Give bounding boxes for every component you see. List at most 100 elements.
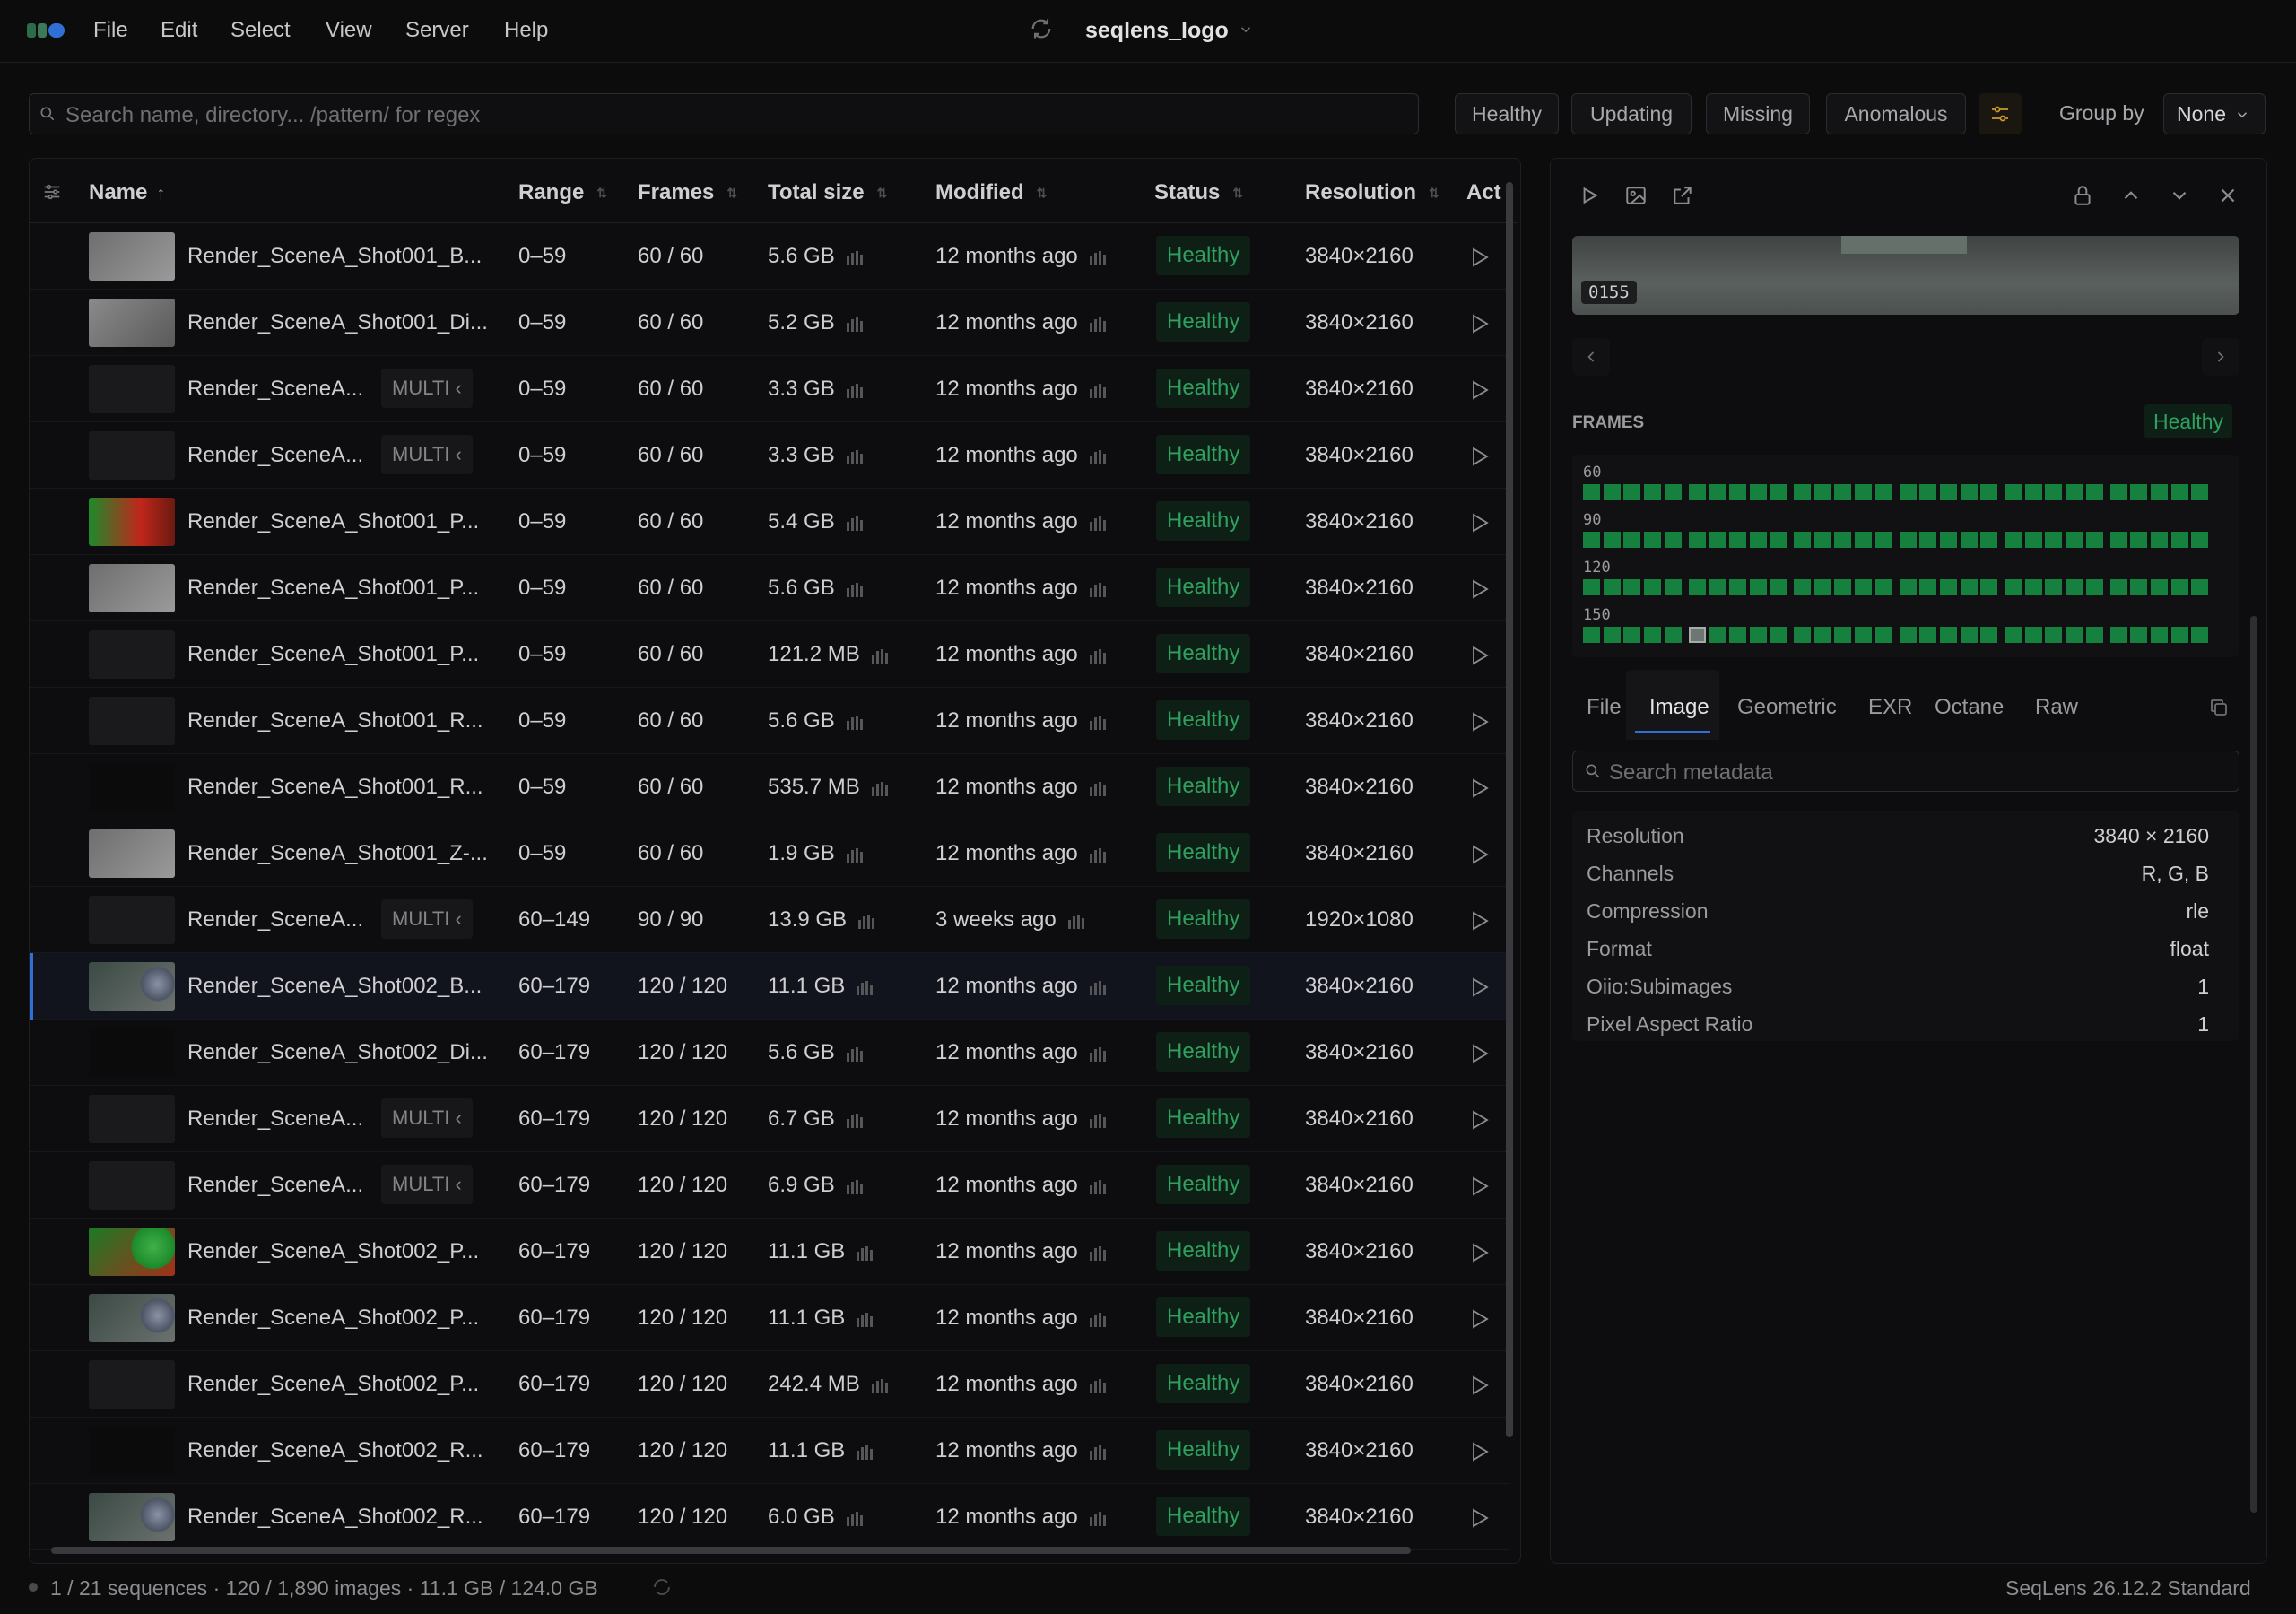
frame-cell[interactable] bbox=[1749, 579, 1767, 595]
menu-edit[interactable]: Edit bbox=[161, 18, 197, 43]
frame-cell[interactable] bbox=[2005, 579, 2022, 595]
column-total-size[interactable]: Total size ⇅ bbox=[768, 180, 887, 205]
sequence-thumbnail[interactable] bbox=[89, 1228, 175, 1276]
frame-cell[interactable] bbox=[1749, 627, 1767, 643]
frame-cell[interactable] bbox=[1939, 532, 1957, 548]
frame-cell[interactable] bbox=[1664, 579, 1682, 595]
frame-cell[interactable] bbox=[2130, 627, 2148, 643]
column-resolution[interactable]: Resolution ⇅ bbox=[1305, 180, 1439, 205]
tab-geometric[interactable]: Geometric bbox=[1737, 695, 1837, 720]
frame-cell[interactable] bbox=[1960, 484, 1978, 500]
multi-badge[interactable]: MULTI ‹ bbox=[381, 1165, 473, 1204]
frame-cell[interactable] bbox=[1728, 484, 1746, 500]
frame-cell[interactable] bbox=[1855, 532, 1873, 548]
frame-cell[interactable] bbox=[1688, 532, 1706, 548]
play-icon[interactable] bbox=[1470, 1176, 1490, 1197]
frame-cell[interactable] bbox=[1813, 627, 1831, 643]
filter-missing[interactable]: Missing bbox=[1706, 93, 1810, 134]
frame-cell[interactable] bbox=[1583, 579, 1600, 595]
frame-cell[interactable] bbox=[2066, 484, 2083, 500]
play-icon[interactable] bbox=[1470, 910, 1490, 932]
frame-cell[interactable] bbox=[2085, 532, 2103, 548]
frame-cell[interactable] bbox=[2150, 579, 2168, 595]
filter-healthy[interactable]: Healthy bbox=[1455, 93, 1559, 134]
frame-cell[interactable] bbox=[1855, 627, 1873, 643]
vertical-scrollbar[interactable] bbox=[1506, 182, 1513, 1527]
frame-cell[interactable] bbox=[1939, 627, 1957, 643]
frame-cell[interactable] bbox=[1583, 484, 1600, 500]
table-row[interactable]: Render_SceneA_Shot002_P... 60–179 120 / … bbox=[30, 1351, 1509, 1418]
play-icon[interactable] bbox=[1470, 446, 1490, 467]
sync-icon[interactable] bbox=[1029, 16, 1054, 41]
frame-cell[interactable] bbox=[2045, 627, 2063, 643]
frame-cell[interactable] bbox=[1623, 627, 1641, 643]
frame-cell[interactable] bbox=[2150, 532, 2168, 548]
menu-file[interactable]: File bbox=[93, 18, 128, 43]
frame-cell[interactable] bbox=[2005, 532, 2022, 548]
sequence-thumbnail[interactable] bbox=[89, 1095, 175, 1143]
table-row[interactable]: Render_SceneA_Shot001_P... 0–59 60 / 60 … bbox=[30, 555, 1509, 621]
play-icon[interactable] bbox=[1470, 578, 1490, 600]
play-icon[interactable] bbox=[1470, 1242, 1490, 1263]
chevron-down-icon[interactable] bbox=[1238, 22, 1254, 38]
frame-cell[interactable] bbox=[1980, 579, 1998, 595]
open-external-icon[interactable] bbox=[1671, 184, 1694, 207]
play-icon[interactable] bbox=[1470, 379, 1490, 401]
frame-cell[interactable] bbox=[1980, 627, 1998, 643]
play-icon[interactable] bbox=[1470, 976, 1490, 998]
sequence-thumbnail[interactable] bbox=[89, 498, 175, 546]
frame-cell[interactable] bbox=[1899, 579, 1917, 595]
table-row[interactable]: Render_SceneA_Shot002_B... 60–179 120 / … bbox=[30, 953, 1509, 1020]
sequence-thumbnail[interactable] bbox=[89, 1161, 175, 1210]
frame-cell[interactable] bbox=[1664, 532, 1682, 548]
play-icon[interactable] bbox=[1470, 313, 1490, 334]
sequence-thumbnail[interactable] bbox=[89, 365, 175, 413]
frame-cell[interactable] bbox=[2150, 484, 2168, 500]
filter-updating[interactable]: Updating bbox=[1571, 93, 1692, 134]
tab-file[interactable]: File bbox=[1587, 695, 1622, 720]
sequence-thumbnail[interactable] bbox=[89, 1427, 175, 1475]
frame-cell-current[interactable] bbox=[1688, 627, 1706, 643]
table-row[interactable]: Render_SceneA_Shot001_P... 0–59 60 / 60 … bbox=[30, 489, 1509, 555]
multi-badge[interactable]: MULTI ‹ bbox=[381, 369, 473, 408]
frame-cell[interactable] bbox=[1980, 532, 1998, 548]
sequence-thumbnail[interactable] bbox=[89, 962, 175, 1011]
play-icon[interactable] bbox=[1470, 512, 1490, 534]
frame-cell[interactable] bbox=[2024, 579, 2042, 595]
frame-cell[interactable] bbox=[1980, 484, 1998, 500]
frame-cell[interactable] bbox=[1960, 579, 1978, 595]
frame-cell[interactable] bbox=[1709, 579, 1726, 595]
frame-cell[interactable] bbox=[2170, 579, 2188, 595]
frame-cell[interactable] bbox=[1794, 627, 1811, 643]
chevron-down-icon[interactable] bbox=[2168, 184, 2191, 207]
sequence-thumbnail[interactable] bbox=[89, 564, 175, 612]
app-title[interactable]: seqlens_logo bbox=[1085, 18, 1229, 44]
frame-cell[interactable] bbox=[2170, 532, 2188, 548]
frame-preview[interactable]: 0155 bbox=[1572, 236, 2239, 315]
column-modified[interactable]: Modified ⇅ bbox=[935, 180, 1047, 205]
frame-cell[interactable] bbox=[2024, 532, 2042, 548]
frame-cell[interactable] bbox=[1960, 532, 1978, 548]
chevron-up-icon[interactable] bbox=[2119, 184, 2143, 207]
frame-cell[interactable] bbox=[1939, 484, 1957, 500]
table-row[interactable]: Render_SceneA_Shot001_B... 0–59 60 / 60 … bbox=[30, 223, 1509, 290]
frame-cell[interactable] bbox=[1603, 579, 1621, 595]
next-frame-button[interactable] bbox=[2202, 338, 2239, 376]
frame-cell[interactable] bbox=[1919, 532, 1937, 548]
frame-cell[interactable] bbox=[2150, 627, 2168, 643]
table-row[interactable]: Render_SceneA_Shot001_R... 0–59 60 / 60 … bbox=[30, 688, 1509, 754]
frame-cell[interactable] bbox=[1603, 627, 1621, 643]
play-icon[interactable] bbox=[1470, 711, 1490, 733]
column-range[interactable]: Range ⇅ bbox=[518, 180, 607, 205]
sequence-thumbnail[interactable] bbox=[89, 697, 175, 745]
frame-cell[interactable] bbox=[2085, 579, 2103, 595]
frame-cell[interactable] bbox=[2191, 627, 2209, 643]
sequence-thumbnail[interactable] bbox=[89, 1360, 175, 1409]
multi-badge[interactable]: MULTI ‹ bbox=[381, 1098, 473, 1138]
multi-badge[interactable]: MULTI ‹ bbox=[381, 899, 473, 939]
inspector-scrollbar[interactable] bbox=[2250, 186, 2257, 1563]
frame-cell[interactable] bbox=[2109, 627, 2127, 643]
frame-cell[interactable] bbox=[1770, 579, 1787, 595]
play-icon[interactable] bbox=[1470, 1308, 1490, 1330]
column-name[interactable]: Name ↑ bbox=[89, 180, 165, 205]
